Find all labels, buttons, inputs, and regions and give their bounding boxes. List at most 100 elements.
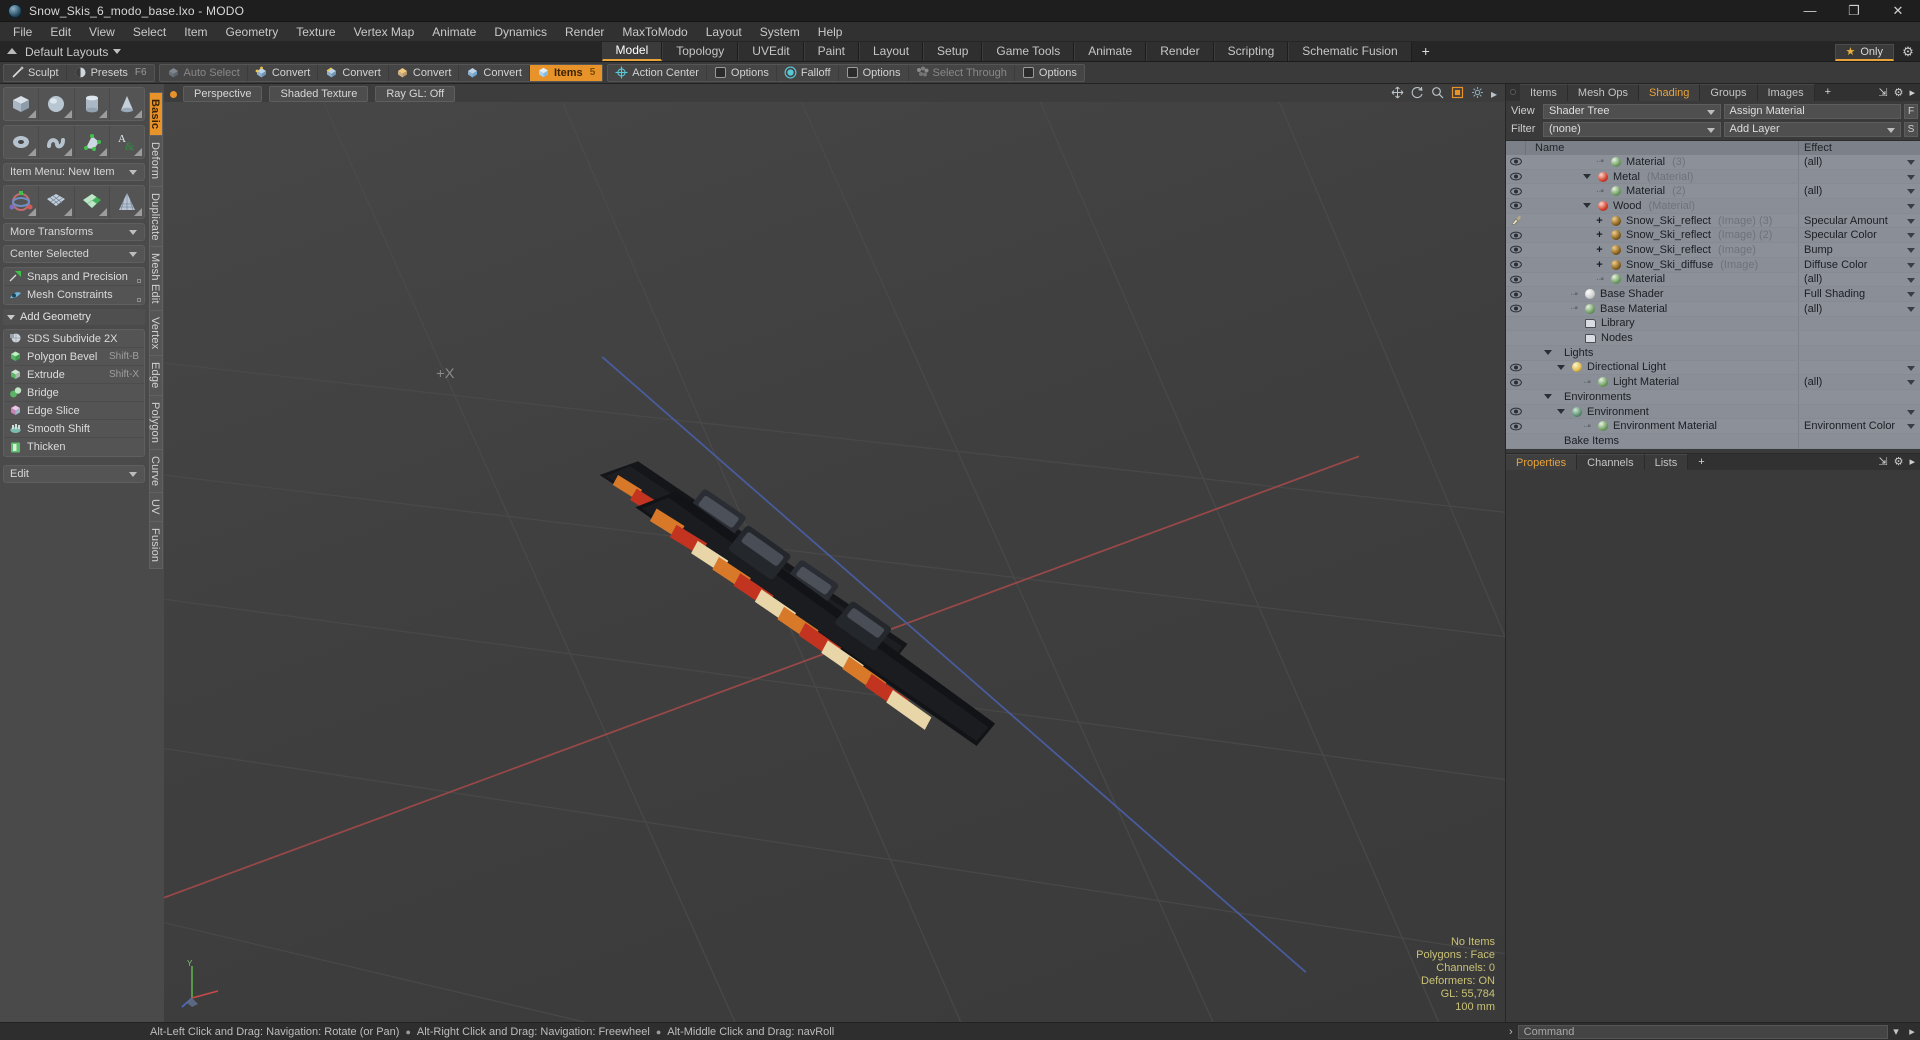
visibility-eye-icon[interactable] (1506, 422, 1526, 431)
polygon-mesh-icon[interactable] (75, 126, 110, 158)
tree-leaf-marker[interactable]: ··▪ (1594, 186, 1605, 197)
menu-item-select[interactable]: Select (124, 22, 175, 42)
add-layer-select[interactable]: Add Layer (1723, 121, 1901, 137)
effect-dropdown[interactable] (1798, 360, 1920, 375)
cube-icon[interactable] (4, 88, 40, 120)
shader-tree-row[interactable]: ··▪ Material (2) (all) (1506, 184, 1920, 200)
snaps-and-precision-button[interactable]: Snaps and Precision (4, 268, 144, 286)
layout-tab-model[interactable]: Model (601, 42, 663, 61)
visibility-eye-icon[interactable] (1506, 260, 1526, 269)
cone-icon[interactable] (110, 88, 144, 120)
layout-tab-game-tools[interactable]: Game Tools (982, 42, 1075, 61)
panel-menu-icon[interactable]: ▸ (1909, 86, 1915, 99)
effect-dropdown[interactable]: (all) (1798, 301, 1920, 316)
chevron-down-icon[interactable] (1542, 350, 1553, 356)
convert-polygon-button[interactable]: Convert (389, 64, 460, 81)
gear-icon[interactable]: ⚙ (1894, 86, 1904, 99)
visibility-eye-icon[interactable] (1506, 157, 1526, 166)
more-transforms-dropdown[interactable]: More Transforms (3, 223, 145, 241)
shader-tree-row[interactable]: + Snow_Ski_diffuse (Image) Diffuse Color (1506, 257, 1920, 273)
shader-tree-row[interactable]: ··▪ Environment Material Environment Color (1506, 419, 1920, 435)
add-layout-tab-button[interactable]: + (1412, 42, 1440, 61)
menu-item-edit[interactable]: Edit (41, 22, 80, 42)
menu-item-animate[interactable]: Animate (423, 22, 485, 42)
maximize-icon[interactable]: ❐ (1832, 0, 1876, 22)
effect-dropdown[interactable]: Environment Color (1798, 419, 1920, 434)
layout-tab-animate[interactable]: Animate (1074, 42, 1147, 61)
menu-item-vertex-map[interactable]: Vertex Map (345, 22, 424, 42)
right-tab-mesh-ops[interactable]: Mesh Ops (1567, 84, 1640, 101)
expand-plus-icon[interactable]: + (1594, 215, 1605, 227)
menu-item-render[interactable]: Render (556, 22, 613, 42)
visibility-eye-icon[interactable] (1506, 201, 1526, 210)
viewport-raygl-dropdown[interactable]: Ray GL: Off (375, 86, 456, 102)
panel-menu-dot-icon[interactable] (1510, 89, 1516, 95)
chevron-down-icon[interactable] (1542, 394, 1553, 400)
chevron-down-icon[interactable] (1555, 409, 1566, 415)
panel-menu-icon[interactable]: ▸ (1909, 455, 1915, 468)
viewport-options-icon[interactable] (1471, 86, 1484, 102)
convert-vertex-button[interactable]: Convert (248, 64, 319, 81)
viewport-shading-dropdown[interactable]: Shaded Texture (269, 86, 369, 102)
menu-item-file[interactable]: File (4, 22, 41, 42)
extrude-tool[interactable]: Extrude Shift-X (4, 366, 144, 384)
layout-tab-render[interactable]: Render (1146, 42, 1214, 61)
fit-viewport-icon[interactable] (1451, 86, 1464, 102)
tree-leaf-marker[interactable]: ··▪ (1594, 274, 1605, 285)
default-layouts-dropdown[interactable]: Default Layouts (25, 45, 122, 59)
layout-tab-layout[interactable]: Layout (859, 42, 924, 61)
vertical-tab-mesh-edit[interactable]: Mesh Edit (149, 246, 163, 311)
close-icon[interactable]: ✕ (1876, 0, 1920, 22)
action-center-button[interactable]: Action Center (608, 64, 707, 81)
menu-item-texture[interactable]: Texture (287, 22, 344, 42)
viewport-menu-dot-icon[interactable] (170, 90, 177, 98)
effect-dropdown[interactable] (1798, 331, 1920, 345)
tree-leaf-marker[interactable]: ··▪ (1568, 289, 1579, 300)
thicken-tool[interactable]: Thicken (4, 438, 144, 456)
vertical-tab-fusion[interactable]: Fusion (149, 521, 163, 570)
shader-tree-row[interactable]: Environments (1506, 390, 1920, 405)
command-menu-icon[interactable]: ▸ (1904, 1025, 1920, 1038)
effect-dropdown[interactable]: (all) (1798, 155, 1920, 169)
visibility-eye-icon[interactable] (1506, 187, 1526, 196)
gear-icon[interactable]: ⚙ (1894, 455, 1904, 468)
visibility-eye-icon[interactable] (1506, 304, 1526, 313)
shader-tree-row[interactable]: ··▪ Base Shader Full Shading (1506, 287, 1920, 302)
shader-tree-row[interactable]: Directional Light (1506, 360, 1920, 376)
tree-leaf-marker[interactable]: ··▪ (1594, 156, 1605, 167)
polygon-bevel-tool[interactable]: Polygon Bevel Shift-B (4, 348, 144, 366)
smooth-shift-tool[interactable]: Smooth Shift (4, 420, 144, 438)
zoom-viewport-icon[interactable] (1431, 86, 1444, 102)
mesh-constraints-options-icon[interactable] (137, 298, 141, 302)
layout-tab-setup[interactable]: Setup (923, 42, 983, 61)
menu-item-item[interactable]: Item (175, 22, 216, 42)
rotate-viewport-icon[interactable] (1411, 86, 1424, 102)
shader-tree-row[interactable]: Wood (Material) (1506, 199, 1920, 214)
viewport-canvas[interactable]: +X Y No Items Polygons : Face Channels: 0D… (164, 102, 1505, 1022)
layout-tab-schematic-fusion[interactable]: Schematic Fusion (1288, 42, 1412, 61)
shader-tree-row[interactable]: ··▪ Material (3) (all) (1506, 155, 1920, 170)
menu-item-view[interactable]: View (80, 22, 124, 42)
effect-dropdown[interactable] (1798, 390, 1920, 404)
vertical-tab-basic[interactable]: Basic (149, 92, 163, 136)
chevron-down-icon[interactable] (1581, 174, 1592, 180)
options-button[interactable]: Options (1015, 65, 1084, 81)
edit-dropdown[interactable]: Edit (3, 465, 145, 483)
vertical-tab-edge[interactable]: Edge (149, 355, 163, 395)
tree-leaf-marker[interactable]: ··▪ (1568, 303, 1579, 314)
right-tab-images[interactable]: Images (1757, 84, 1815, 101)
tree-leaf-marker[interactable]: ··▪ (1581, 377, 1592, 388)
effect-dropdown[interactable] (1798, 434, 1920, 448)
filter-select[interactable]: (none) (1543, 121, 1721, 137)
visibility-eye-icon[interactable] (1506, 378, 1526, 387)
shader-tree-row[interactable]: Environment (1506, 404, 1920, 420)
menu-item-layout[interactable]: Layout (697, 22, 751, 42)
convert-material-button[interactable]: Convert (459, 64, 530, 81)
mesh-constraints-button[interactable]: Mesh Constraints (4, 286, 144, 304)
tree-leaf-marker[interactable]: ··▪ (1581, 421, 1592, 432)
shader-tree-row[interactable]: ··▪ Base Material (all) (1506, 301, 1920, 317)
layout-tab-topology[interactable]: Topology (662, 42, 739, 61)
vertical-tab-vertex[interactable]: Vertex (149, 310, 163, 356)
shader-tree-row[interactable]: + Snow_Ski_reflect (Image) (2) Specular Col… (1506, 228, 1920, 244)
expand-plus-icon[interactable]: + (1594, 244, 1605, 256)
